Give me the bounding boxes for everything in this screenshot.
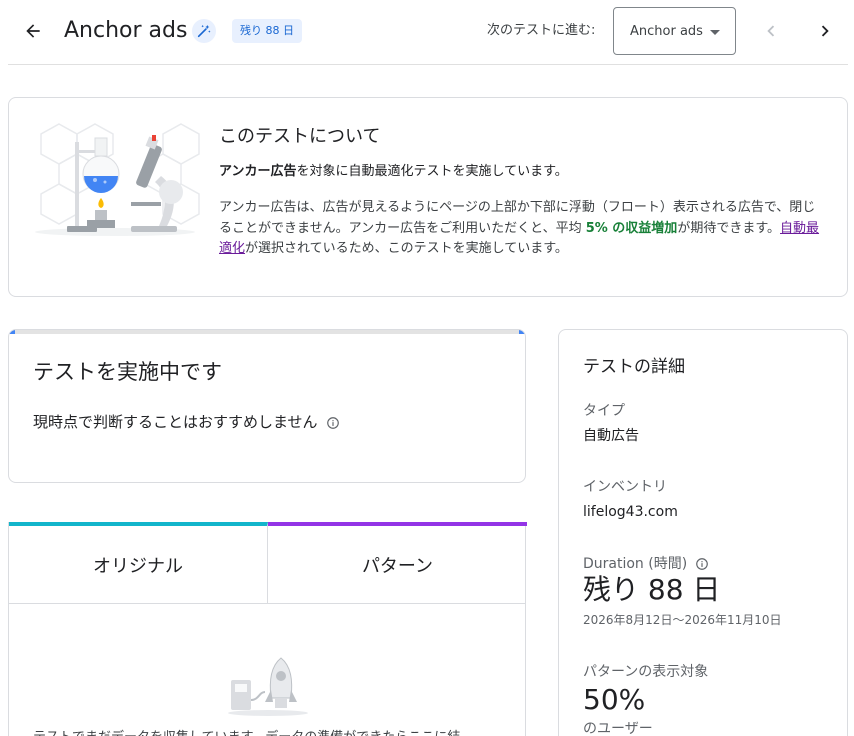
about-body-text: が期待できます。 xyxy=(677,220,781,236)
page-header: Anchor ads 残り 88 日 次のテストに進む: Anchor ads xyxy=(0,0,854,64)
test-details-card: テストの詳細 タイプ 自動広告 インベントリ lifelog43.com Dur… xyxy=(558,329,848,736)
duration-value: 残り 88 日 xyxy=(583,573,721,606)
status-note-text: 現時点で判断することはおすすめしません xyxy=(33,413,318,431)
about-description: アンカー広告は、広告が見えるようにページの上部か下部に浮動（フロート）表示される… xyxy=(219,198,825,260)
about-title: このテストについて xyxy=(219,126,381,147)
duration-label: Duration (時間) xyxy=(583,554,709,574)
tab-original[interactable]: オリジナル xyxy=(9,522,268,603)
auto-optimize-badge xyxy=(192,19,216,43)
next-test-button[interactable] xyxy=(810,16,840,46)
duration-label-text: Duration (時間) xyxy=(583,556,688,572)
lab-illustration xyxy=(35,123,200,236)
comparison-card: オリジナル パターン テストでまだデータを収集しています。データの準備ができたら… xyxy=(8,522,527,736)
next-test-select-value: Anchor ads xyxy=(630,23,703,39)
about-lead-rest: を対象に自動最適化テストを実施しています。 xyxy=(296,164,568,179)
about-lead-bold: アンカー広告 xyxy=(219,164,297,179)
inventory-label: インベントリ xyxy=(583,479,667,495)
duration-range: 2026年8月12日～2026年11月10日 xyxy=(583,613,782,627)
inventory-value: lifelog43.com xyxy=(583,504,678,520)
info-icon[interactable] xyxy=(695,557,709,571)
comparison-divider xyxy=(9,603,525,604)
next-test-label: 次のテストに進む: xyxy=(487,23,596,38)
status-title: テストを実施中です xyxy=(33,360,222,384)
magic-wand-icon xyxy=(197,25,211,38)
revenue-highlight: 5% の収益増加 xyxy=(585,220,678,236)
details-title: テストの詳細 xyxy=(583,357,685,377)
progress-fill-end xyxy=(519,330,525,334)
target-value: 50% xyxy=(583,683,646,716)
collecting-data-message: テストでまだデータを収集しています。データの準備ができたらここに結 xyxy=(33,728,460,736)
back-button[interactable] xyxy=(18,16,48,46)
previous-test-button[interactable] xyxy=(756,16,786,46)
target-unit: のユーザー xyxy=(583,721,653,736)
type-value: 自動広告 xyxy=(583,428,639,444)
info-icon[interactable] xyxy=(326,416,340,430)
status-note: 現時点で判断することはおすすめしません xyxy=(33,411,340,433)
type-label: タイプ xyxy=(583,403,625,419)
about-test-card: このテストについて アンカー広告を対象に自動最適化テストを実施しています。 アン… xyxy=(8,97,848,297)
chevron-left-icon xyxy=(767,25,775,37)
progress-fill-start xyxy=(9,330,15,334)
progress-bar xyxy=(9,330,525,334)
next-test-select[interactable]: Anchor ads xyxy=(613,7,736,55)
chevron-down-icon xyxy=(710,30,720,35)
days-remaining-chip: 残り 88 日 xyxy=(232,19,302,43)
test-status-card: テストを実施中です 現時点で判断することはおすすめしません xyxy=(8,329,526,483)
about-lead: アンカー広告を対象に自動最適化テストを実施しています。 xyxy=(219,162,568,182)
arrow-back-icon xyxy=(26,24,40,38)
about-body-text: が選択されているため、このテストを実施しています。 xyxy=(245,241,568,256)
rocket-illustration xyxy=(228,657,308,716)
tab-pattern[interactable]: パターン xyxy=(268,522,527,603)
target-label: パターンの表示対象 xyxy=(583,664,709,680)
header-divider xyxy=(8,64,848,65)
chevron-right-icon xyxy=(821,25,829,37)
page-title: Anchor ads xyxy=(64,18,188,43)
